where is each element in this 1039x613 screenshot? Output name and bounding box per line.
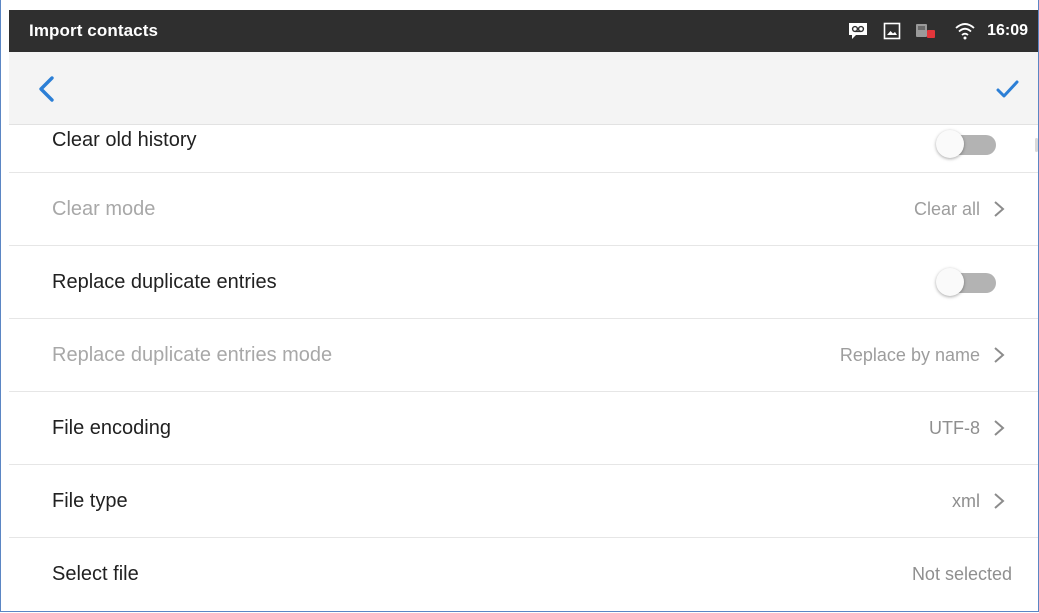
setting-label: File type: [52, 489, 128, 512]
clock: 16:09: [987, 22, 1028, 39]
setting-label: Select file: [52, 563, 139, 585]
setting-replace-duplicate-entries-mode[interactable]: Replace duplicate entries mode Replace b…: [9, 319, 1038, 392]
setting-clear-old-history[interactable]: Clear old history: [9, 125, 1038, 173]
setting-value: UTF-8: [929, 417, 980, 438]
chevron-right-icon: [992, 345, 1006, 365]
replace-duplicates-toggle[interactable]: [936, 267, 998, 297]
checkmark-icon: [996, 80, 1019, 98]
chevron-right-icon: [992, 418, 1006, 438]
chevron-right-icon: [992, 491, 1006, 511]
confirm-button[interactable]: [992, 74, 1022, 104]
toggle-knob: [936, 268, 964, 296]
scroll-edge-indicator: [1035, 138, 1038, 152]
setting-value: Clear all: [913, 198, 980, 219]
setting-label: File encoding: [52, 416, 171, 439]
clear-old-history-toggle[interactable]: [936, 129, 998, 159]
settings-list: Clear old history Clear mode Clear all R…: [9, 125, 1038, 611]
voicemail-icon: [847, 21, 869, 41]
app-bar: [9, 52, 1038, 125]
setting-value: Not selected: [911, 564, 1012, 584]
image-icon: [883, 22, 901, 40]
setting-value: Replace by name: [839, 344, 980, 365]
status-icons: 16:09: [847, 21, 1028, 41]
chevron-right-icon: [992, 199, 1006, 219]
setting-clear-mode[interactable]: Clear mode Clear all: [9, 173, 1038, 246]
chevron-left-icon: [39, 76, 54, 102]
setting-value: xml: [952, 490, 980, 511]
window-title: Import contacts: [29, 21, 159, 40]
setting-select-file[interactable]: Select file Not selected: [9, 538, 1038, 611]
toggle-knob: [936, 130, 964, 158]
status-bar: Import contacts 16:09: [9, 10, 1038, 52]
setting-label: Clear old history: [52, 129, 197, 151]
device-screen: Import contacts 16:09 Clear old history …: [0, 0, 1039, 612]
setting-label: Replace duplicate entries: [52, 270, 277, 293]
setting-label: Clear mode: [52, 197, 156, 220]
phone-missed-icon: [915, 22, 937, 40]
wifi-icon: [955, 22, 975, 40]
back-button[interactable]: [35, 74, 59, 104]
setting-replace-duplicate-entries[interactable]: Replace duplicate entries: [9, 246, 1038, 319]
setting-label: Replace duplicate entries mode: [52, 343, 333, 366]
setting-file-encoding[interactable]: File encoding UTF-8: [9, 392, 1038, 465]
setting-file-type[interactable]: File type xml: [9, 465, 1038, 538]
